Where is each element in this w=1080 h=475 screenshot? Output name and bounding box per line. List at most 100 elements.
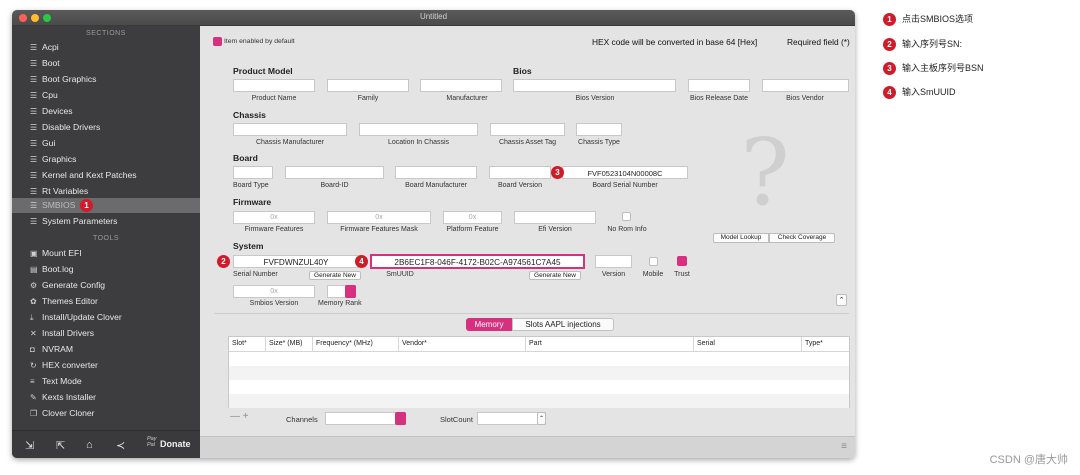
paypal-icon: Pay Pal: [147, 436, 157, 448]
sidebar-item-graphics[interactable]: ☰ Graphics: [12, 152, 200, 167]
tool-text-mode[interactable]: ≡ Text Mode: [12, 374, 200, 389]
generate-smuuid-button[interactable]: Generate New: [529, 271, 581, 280]
export-icon[interactable]: ⇱: [56, 439, 65, 452]
chassis-asset-tag-field[interactable]: [490, 123, 565, 136]
chassis-manufacturer-field[interactable]: [233, 123, 347, 136]
bios-version-label: Bios Version: [575, 95, 615, 102]
sidebar-item-label: Boot Graphics: [42, 74, 97, 84]
tool-install-drivers[interactable]: ✕ Install Drivers: [12, 326, 200, 341]
chassis-type-field[interactable]: [576, 123, 622, 136]
tool-install-update-clover[interactable]: ⤓ Install/Update Clover: [12, 310, 200, 325]
tool-generate-config[interactable]: ⚙ Generate Config: [12, 278, 200, 293]
manufacturer-field[interactable]: [420, 79, 502, 92]
share-icon[interactable]: ≺: [116, 439, 125, 452]
sidebar: SECTIONS ☰ Acpi ☰ Boot ☰ Boot Graphics ☰ Cpu…: [12, 26, 200, 458]
board-type-field[interactable]: [233, 166, 273, 179]
slotcount-select[interactable]: [477, 412, 546, 425]
board-serial-number-label: Board Serial Number: [592, 182, 658, 189]
tool-label: HEX converter: [42, 360, 98, 370]
efi-version-field[interactable]: [514, 211, 596, 224]
board-version-label: Board Version: [498, 182, 542, 189]
list-icon: ☰: [30, 139, 38, 148]
tool-kexts-installer[interactable]: ✎ Kexts Installer: [12, 390, 200, 405]
smbios-version-field[interactable]: 0x: [233, 285, 315, 298]
list-icon: ☰: [30, 107, 38, 116]
product-name-field[interactable]: [233, 79, 315, 92]
chip-icon: ◘: [30, 345, 35, 354]
col-type: Type*: [801, 337, 823, 351]
sidebar-item-devices[interactable]: ☰ Devices: [12, 104, 200, 119]
board-id-field[interactable]: [285, 166, 384, 179]
bios-release-date-field[interactable]: [688, 79, 750, 92]
tool-label: Kexts Installer: [42, 392, 96, 402]
donate-button[interactable]: Donate: [160, 439, 191, 449]
firmware-features-field[interactable]: 0x: [233, 211, 315, 224]
location-in-chassis-field[interactable]: [359, 123, 478, 136]
list-icon: ☰: [30, 155, 38, 164]
sidebar-item-label: Rt Variables: [42, 186, 89, 196]
tool-boot-log[interactable]: ▤ Boot.log: [12, 262, 200, 277]
table-row[interactable]: [229, 380, 849, 394]
tools-heading: TOOLS: [92, 235, 120, 242]
sidebar-item-disable-drivers[interactable]: ☰ Disable Drivers: [12, 120, 200, 135]
chevron-updown-icon[interactable]: [345, 285, 356, 298]
title-bar[interactable]: Untitled: [12, 10, 855, 26]
mobile-checkbox[interactable]: [649, 257, 658, 266]
sidebar-item-acpi[interactable]: ☰ Acpi: [12, 40, 200, 55]
list-icon: ☰: [30, 123, 38, 132]
board-version-field[interactable]: [489, 166, 551, 179]
tool-mount-efi[interactable]: ▣ Mount EFI: [12, 246, 200, 261]
tool-label: Text Mode: [42, 376, 82, 386]
table-row[interactable]: [229, 394, 849, 408]
firmware-title: Firmware: [233, 197, 272, 207]
channels-select[interactable]: [325, 412, 406, 425]
family-field[interactable]: [327, 79, 409, 92]
sidebar-item-boot[interactable]: ☰ Boot: [12, 56, 200, 71]
system-serial-number-value: FVFDWNZUL40Y: [263, 258, 329, 267]
bios-version-field[interactable]: [513, 79, 676, 92]
sidebar-item-smbios[interactable]: ☰ SMBIOS: [12, 198, 200, 213]
divider: [214, 313, 849, 314]
add-remove-buttons[interactable]: — +: [230, 411, 249, 422]
smuuid-value: 2B6EC1F8-046F-4172-B02C-A974561C7A45: [394, 258, 561, 267]
sidebar-item-gui[interactable]: ☰ Gui: [12, 136, 200, 151]
sidebar-item-kernel-kext-patches[interactable]: ☰ Kernel and Kext Patches: [12, 168, 200, 183]
board-manufacturer-label: Board Manufacturer: [405, 182, 467, 189]
list-icon: ☰: [30, 187, 38, 196]
table-row[interactable]: [229, 352, 849, 366]
list-icon: ☰: [30, 201, 38, 210]
table-row[interactable]: [229, 366, 849, 380]
tool-label: Generate Config: [42, 280, 106, 290]
step-badge-1: 1: [80, 199, 93, 212]
home-icon[interactable]: ⌂: [86, 439, 93, 451]
tab-slots-aapl[interactable]: Slots AAPL injections: [512, 318, 614, 331]
tab-memory[interactable]: Memory: [466, 318, 512, 331]
platform-feature-field[interactable]: 0x: [443, 211, 502, 224]
list-icon: ☰: [30, 217, 38, 226]
stepper-icon[interactable]: ⌃: [537, 412, 546, 425]
sidebar-item-system-parameters[interactable]: ☰ System Parameters: [12, 214, 200, 229]
tool-nvram[interactable]: ◘ NVRAM: [12, 342, 200, 357]
annotation-badge: 1: [883, 13, 896, 27]
bios-vendor-field[interactable]: [762, 79, 849, 92]
generate-serial-button[interactable]: Generate New: [309, 271, 361, 280]
sidebar-item-rt-variables[interactable]: ☰ Rt Variables: [12, 184, 200, 199]
check-coverage-button[interactable]: Check Coverage: [769, 233, 835, 243]
memory-table[interactable]: Slot* Size* (MB) Frequency* (MHz) Vendor…: [228, 336, 850, 408]
import-icon[interactable]: ⇲: [25, 439, 34, 452]
sidebar-item-boot-graphics[interactable]: ☰ Boot Graphics: [12, 72, 200, 87]
system-version-field[interactable]: [595, 255, 632, 268]
chevron-updown-icon[interactable]: [395, 412, 406, 425]
menu-lines-icon[interactable]: ≡: [841, 441, 847, 452]
tool-clover-cloner[interactable]: ❐ Clover Cloner: [12, 406, 200, 421]
tool-hex-converter[interactable]: ↻ HEX converter: [12, 358, 200, 373]
col-slot: Slot*: [232, 340, 247, 347]
stepper-button[interactable]: ⌃: [836, 294, 847, 306]
firmware-features-mask-field[interactable]: 0x: [327, 211, 431, 224]
board-manufacturer-field[interactable]: [395, 166, 477, 179]
tool-themes-editor[interactable]: ✿ Themes Editor: [12, 294, 200, 309]
sidebar-item-cpu[interactable]: ☰ Cpu: [12, 88, 200, 103]
no-rom-info-checkbox[interactable]: [622, 212, 631, 221]
trust-checkbox[interactable]: [677, 256, 687, 266]
model-lookup-button[interactable]: Model Lookup: [713, 233, 769, 243]
